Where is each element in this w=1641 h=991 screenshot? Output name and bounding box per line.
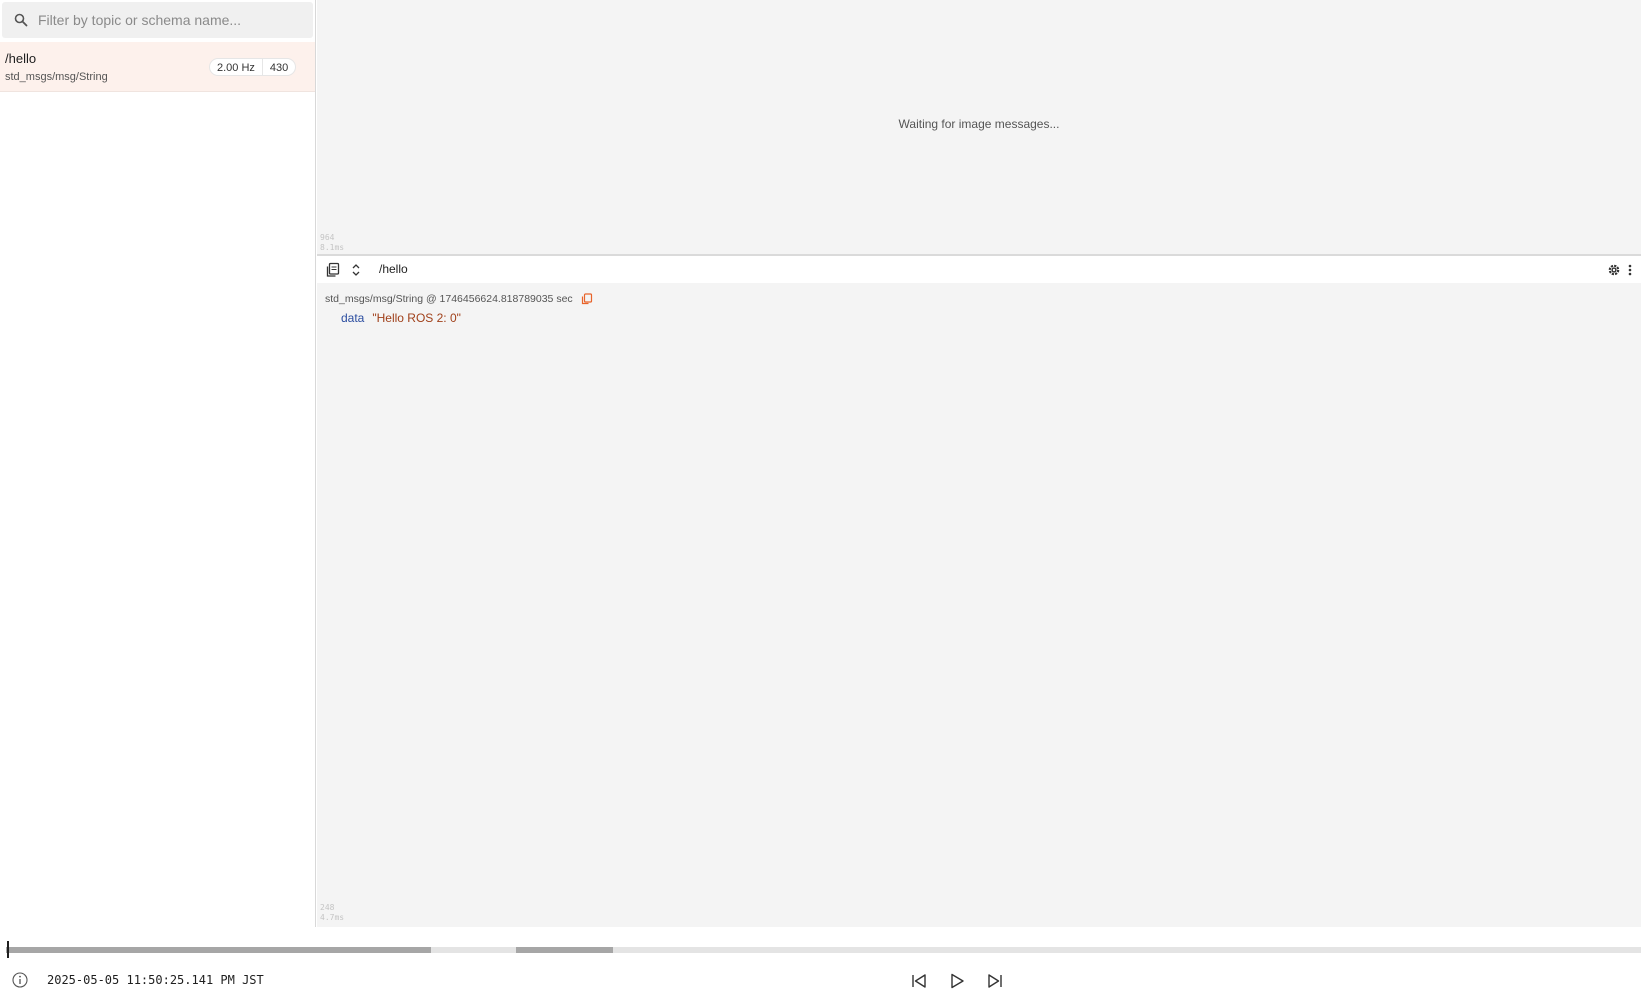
- image-panel: Waiting for image messages... 964 8.1ms: [317, 0, 1641, 254]
- topic-rate: 2.00 Hz: [217, 62, 255, 74]
- topic-schema: std_msgs/msg/String: [5, 71, 108, 83]
- message-field-value[interactable]: "Hello ROS 2: 0": [372, 311, 461, 325]
- message-field-key[interactable]: data: [341, 311, 364, 325]
- image-panel-perf: 964 8.1ms: [320, 233, 344, 253]
- playback-bar: 2025-05-05 11:50:25.141 PM JST: [0, 927, 1641, 991]
- play-icon[interactable]: [947, 971, 967, 991]
- search-input[interactable]: [38, 12, 298, 28]
- playback-timestamp[interactable]: 2025-05-05 11:50:25.141 PM JST: [47, 973, 264, 987]
- topic-count: 430: [261, 59, 295, 75]
- seek-backward-icon[interactable]: [909, 971, 929, 991]
- topic-stats-badge: 2.00 Hz 430: [209, 58, 297, 76]
- raw-panel-toolbar: /hello: [317, 256, 1641, 283]
- search-icon: [14, 13, 28, 27]
- copy-messages-icon[interactable]: [325, 262, 341, 278]
- raw-panel-perf: 248 4.7ms: [320, 903, 344, 923]
- more-icon[interactable]: [1625, 262, 1635, 278]
- raw-topic-path[interactable]: /hello: [379, 262, 408, 276]
- message-field-row: data "Hello ROS 2: 0": [341, 311, 461, 325]
- settings-icon[interactable]: [1606, 262, 1622, 278]
- topic-sidebar: /hello std_msgs/msg/String 2.00 Hz 430: [0, 0, 316, 927]
- topic-name: /hello: [5, 51, 37, 66]
- image-perf-time: 8.1ms: [320, 243, 345, 252]
- info-icon[interactable]: [12, 972, 28, 988]
- message-header-text: std_msgs/msg/String @ 1746456624.8187890…: [325, 293, 573, 305]
- raw-message-panel: /hello std_msgs/msg/String @ 1746456624.…: [317, 256, 1641, 927]
- playback-timeline[interactable]: [6, 947, 1641, 953]
- app-window: /hello std_msgs/msg/String 2.00 Hz 430 W…: [0, 0, 1641, 991]
- raw-perf-time: 4.7ms: [320, 913, 345, 922]
- raw-perf-value: 248: [320, 903, 335, 912]
- timeline-loaded-range: [516, 947, 613, 953]
- image-perf-value: 964: [320, 233, 335, 242]
- image-waiting-message: Waiting for image messages...: [898, 117, 1060, 131]
- message-header: std_msgs/msg/String @ 1746456624.8187890…: [325, 293, 593, 305]
- timeline-loaded-range: [6, 947, 431, 953]
- playback-scrubber[interactable]: [7, 941, 9, 958]
- search-box[interactable]: [2, 2, 313, 38]
- copy-icon[interactable]: [581, 293, 593, 305]
- seek-forward-icon[interactable]: [985, 971, 1005, 991]
- expand-collapse-icon[interactable]: [348, 262, 364, 278]
